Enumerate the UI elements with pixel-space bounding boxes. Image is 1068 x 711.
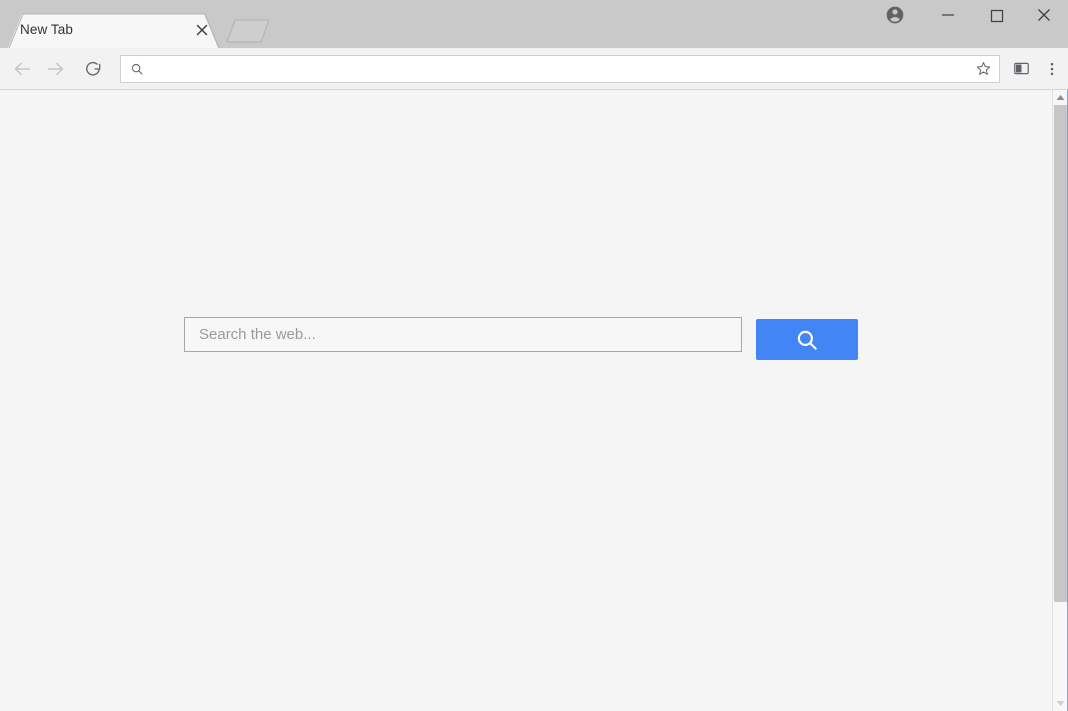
search-button[interactable] — [756, 319, 858, 360]
tab-close-button[interactable] — [193, 21, 211, 39]
account-button[interactable] — [872, 0, 918, 30]
browser-toolbar — [0, 48, 1068, 90]
triangle-up-icon — [1056, 95, 1065, 100]
minimize-button[interactable] — [924, 0, 972, 30]
reload-icon — [86, 61, 101, 76]
browser-window: New Tab — [0, 0, 1068, 711]
search-input[interactable] — [184, 317, 742, 352]
three-dots-vertical-icon — [1050, 62, 1054, 75]
tab-title: New Tab — [20, 22, 73, 37]
scrollbar-down-button[interactable] — [1053, 696, 1068, 711]
search-icon — [797, 330, 817, 350]
arrow-left-icon — [14, 62, 31, 75]
new-tab-button[interactable] — [226, 19, 270, 43]
close-window-button[interactable] — [1020, 0, 1068, 30]
account-circle-icon — [886, 6, 904, 24]
minimize-icon — [942, 14, 954, 16]
maximize-button[interactable] — [972, 0, 1020, 30]
address-bar[interactable] — [120, 54, 1000, 83]
side-panel-icon — [1013, 62, 1029, 75]
new-tab-plus-icon — [226, 19, 270, 43]
tab-strip: New Tab — [0, 0, 1068, 49]
side-panel-button[interactable] — [1006, 52, 1036, 86]
triangle-down-icon — [1056, 701, 1065, 706]
page-viewport — [0, 90, 1068, 711]
star-outline-icon — [976, 62, 990, 75]
window-controls — [872, 0, 1068, 30]
search-icon — [130, 62, 144, 76]
browser-menu-button[interactable] — [1036, 52, 1068, 86]
bookmark-star-button[interactable] — [969, 57, 997, 81]
address-bar-input[interactable] — [150, 57, 969, 80]
scrollbar-thumb[interactable] — [1054, 105, 1067, 602]
close-icon — [1038, 9, 1050, 21]
arrow-right-icon — [47, 62, 64, 75]
reload-button[interactable] — [76, 52, 110, 86]
maximize-icon — [990, 9, 1004, 23]
forward-button[interactable] — [39, 52, 73, 86]
page-content — [0, 90, 1052, 711]
back-button[interactable] — [5, 52, 39, 86]
web-search-form — [184, 317, 858, 360]
scrollbar-up-button[interactable] — [1053, 90, 1068, 105]
close-icon — [196, 24, 208, 36]
page-scrollbar[interactable] — [1052, 90, 1068, 711]
